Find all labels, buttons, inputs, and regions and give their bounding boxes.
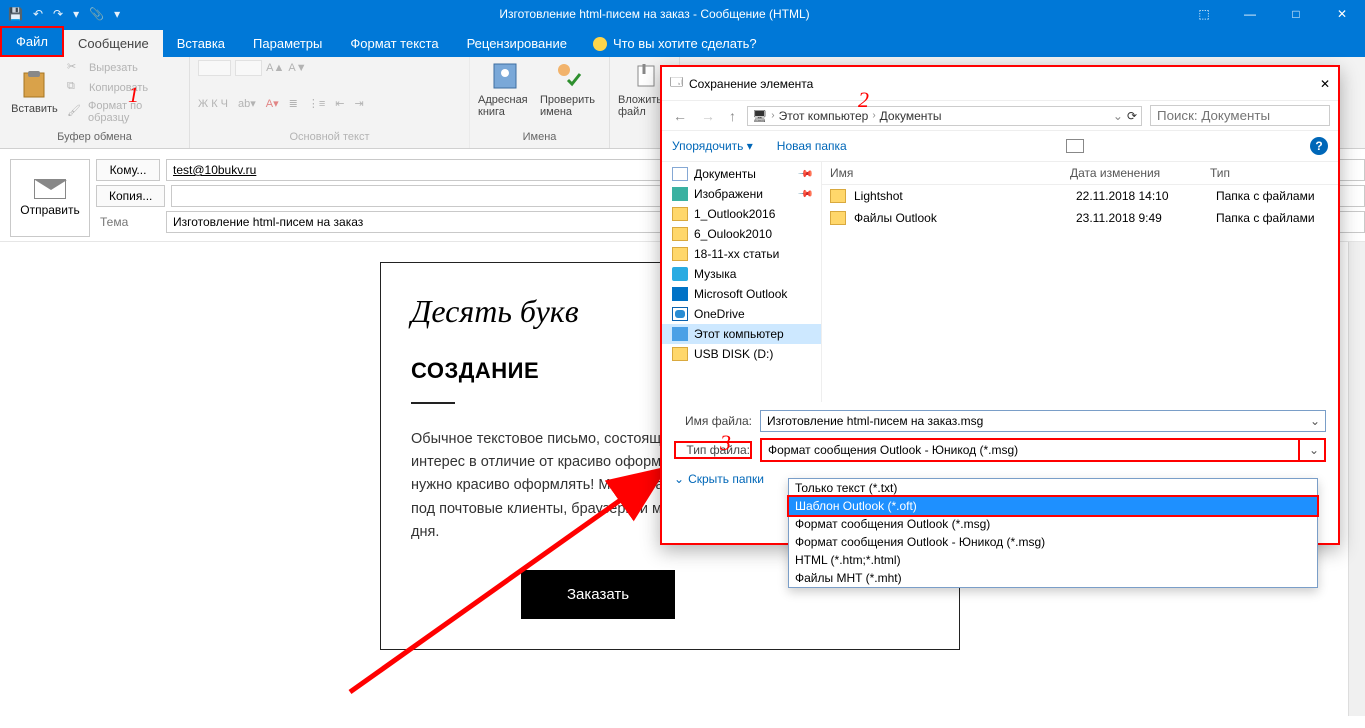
dropdown-icon[interactable]: ▾ bbox=[114, 7, 120, 21]
window-icon: 🗔 bbox=[670, 73, 683, 94]
file-row[interactable]: Lightshot22.11.2018 14:10Папка с файлами bbox=[822, 185, 1338, 207]
divider bbox=[411, 402, 455, 404]
tree-outlook[interactable]: Microsoft Outlook bbox=[662, 284, 821, 304]
ribbon-options-icon[interactable]: ⬚ bbox=[1181, 0, 1227, 28]
minimize-button[interactable]: — bbox=[1227, 0, 1273, 28]
view-options-icon[interactable] bbox=[1066, 139, 1084, 153]
tree-usb[interactable]: USB DISK (D:) bbox=[662, 344, 821, 364]
tree-images[interactable]: Изображени📌 bbox=[662, 184, 821, 204]
tree-documents[interactable]: Документы📌 bbox=[662, 164, 821, 184]
organize-button[interactable]: Упорядочить ▾ bbox=[672, 139, 753, 153]
tab-review[interactable]: Рецензирование bbox=[453, 30, 581, 57]
annotation-marker-3: 3 bbox=[720, 430, 731, 456]
help-icon[interactable]: ? bbox=[1310, 137, 1328, 155]
cc-button[interactable]: Копия... bbox=[96, 185, 165, 207]
cut-button[interactable]: ✂Вырезать bbox=[67, 60, 181, 76]
filename-input[interactable]: Изготовление html-писем на заказ.msg⌄ bbox=[760, 410, 1326, 432]
chevron-down-icon[interactable]: ⌄ bbox=[1306, 442, 1322, 458]
file-row[interactable]: Файлы Outlook23.11.2018 9:49Папка с файл… bbox=[822, 207, 1338, 229]
nav-up-button[interactable]: ↑ bbox=[726, 108, 739, 124]
filetype-option[interactable]: Формат сообщения Outlook (*.msg) bbox=[789, 515, 1317, 533]
dialog-title: Сохранение элемента bbox=[689, 77, 813, 91]
tree-onedrive[interactable]: OneDrive bbox=[662, 304, 821, 324]
indent-left-icon[interactable]: ⇤ bbox=[335, 97, 344, 110]
refresh-icon[interactable]: ⟳ bbox=[1127, 109, 1137, 123]
undo-icon[interactable]: ↶ bbox=[33, 7, 43, 21]
filename-label: Имя файла: bbox=[674, 414, 752, 428]
chevron-down-icon: ⌄ bbox=[674, 472, 684, 486]
font-color-icon[interactable]: A▾ bbox=[266, 97, 279, 110]
nav-back-button[interactable]: ← bbox=[670, 108, 690, 124]
filetype-combo[interactable]: Формат сообщения Outlook - Юникод (*.msg… bbox=[760, 438, 1326, 462]
dropdown-icon[interactable]: ▾ bbox=[73, 7, 79, 21]
tab-file[interactable]: Файл bbox=[0, 26, 64, 57]
order-button[interactable]: Заказать bbox=[521, 570, 675, 619]
dialog-close-button[interactable]: ✕ bbox=[1320, 77, 1330, 91]
to-button[interactable]: Кому... bbox=[96, 159, 160, 181]
format-painter-button[interactable]: 🖌Формат по образцу bbox=[67, 100, 181, 124]
filetype-option[interactable]: Формат сообщения Outlook - Юникод (*.msg… bbox=[789, 533, 1317, 551]
search-input[interactable] bbox=[1150, 105, 1330, 126]
close-button[interactable]: ✕ bbox=[1319, 0, 1365, 28]
filetype-option[interactable]: HTML (*.htm;*.html) bbox=[789, 551, 1317, 569]
copy-button[interactable]: ⧉Копировать bbox=[67, 80, 181, 96]
font-size-combo[interactable] bbox=[235, 60, 262, 76]
hide-folders-link[interactable]: ⌄Скрыть папки bbox=[674, 468, 764, 490]
nav-forward-button[interactable]: → bbox=[698, 108, 718, 124]
tab-options[interactable]: Параметры bbox=[239, 30, 336, 57]
group-names-label: Имена bbox=[478, 131, 601, 145]
breadcrumb[interactable]: 🖥 › Этот компьютер › Документы ⌄ ⟳ bbox=[747, 106, 1142, 126]
file-list-header[interactable]: Имя Дата изменения Тип bbox=[822, 162, 1338, 185]
window-title: Изготовление html-писем на заказ - Сообщ… bbox=[128, 7, 1181, 21]
redo-icon[interactable]: ↷ bbox=[53, 7, 63, 21]
tell-me-label: Что вы хотите сделать? bbox=[613, 36, 757, 51]
save-icon[interactable]: 💾 bbox=[8, 7, 23, 21]
tree-this-pc[interactable]: Этот компьютер bbox=[662, 324, 821, 344]
highlight-icon[interactable]: ab▾ bbox=[238, 97, 256, 110]
title-bar: 💾 ↶ ↷ ▾ 📎 ▾ Изготовление html-писем на з… bbox=[0, 0, 1365, 28]
tree-folder[interactable]: 18-11-xx статьи bbox=[662, 244, 821, 264]
bold-italic-underline[interactable]: Ж К Ч bbox=[198, 98, 228, 110]
new-folder-button[interactable]: Новая папка bbox=[777, 139, 847, 153]
numbering-icon[interactable]: ⋮≡ bbox=[308, 97, 325, 110]
check-names-button[interactable]: Проверить имена bbox=[540, 60, 596, 118]
tab-message[interactable]: Сообщение bbox=[64, 30, 163, 57]
shrink-font-icon[interactable]: A▼ bbox=[288, 62, 306, 74]
group-font-label: Основной текст bbox=[198, 131, 461, 145]
indent-right-icon[interactable]: ⇥ bbox=[355, 97, 364, 110]
bulb-icon bbox=[593, 37, 607, 51]
filetype-label: Тип файла: bbox=[674, 441, 752, 459]
filetype-option[interactable]: Только текст (*.txt) bbox=[789, 479, 1317, 497]
tree-folder[interactable]: 1_Outlook2016 bbox=[662, 204, 821, 224]
annotation-marker-1: 1 bbox=[128, 82, 139, 108]
envelope-icon bbox=[34, 179, 66, 199]
send-button[interactable]: Отправить bbox=[10, 159, 90, 237]
attach-icon[interactable]: 📎 bbox=[89, 7, 104, 21]
group-clipboard-label: Буфер обмена bbox=[8, 131, 181, 145]
filetype-dropdown[interactable]: Только текст (*.txt) Шаблон Outlook (*.o… bbox=[788, 478, 1318, 588]
save-dialog: 🗔 Сохранение элемента ✕ ← → ↑ 🖥 › Этот ко… bbox=[660, 65, 1340, 545]
subject-label: Тема bbox=[96, 215, 160, 229]
quick-access-toolbar: 💾 ↶ ↷ ▾ 📎 ▾ bbox=[0, 7, 128, 21]
annotation-marker-2: 2 bbox=[858, 87, 869, 113]
filetype-option[interactable]: Файлы MHT (*.mht) bbox=[789, 569, 1317, 587]
address-book-button[interactable]: Адресная книга bbox=[478, 60, 534, 118]
nav-tree[interactable]: Документы📌 Изображени📌 1_Outlook2016 6_O… bbox=[662, 162, 822, 402]
grow-font-icon[interactable]: A▲ bbox=[266, 62, 284, 74]
maximize-button[interactable]: □ bbox=[1273, 0, 1319, 28]
pc-icon: 🖥 bbox=[752, 109, 767, 123]
tab-insert[interactable]: Вставка bbox=[163, 30, 239, 57]
paste-button[interactable]: Вставить bbox=[8, 69, 61, 115]
bullets-icon[interactable]: ≣ bbox=[289, 97, 298, 110]
chevron-down-icon[interactable]: ⌄ bbox=[1307, 413, 1323, 429]
tree-music[interactable]: Музыка bbox=[662, 264, 821, 284]
filetype-option-selected[interactable]: Шаблон Outlook (*.oft) bbox=[789, 497, 1317, 515]
tell-me[interactable]: Что вы хотите сделать? bbox=[581, 30, 769, 57]
font-name-combo[interactable] bbox=[198, 60, 231, 76]
tree-folder[interactable]: 6_Oulook2010 bbox=[662, 224, 821, 244]
ribbon-tabs: Файл Сообщение Вставка Параметры Формат … bbox=[0, 28, 1365, 57]
file-list[interactable]: Имя Дата изменения Тип Lightshot22.11.20… bbox=[822, 162, 1338, 402]
scrollbar[interactable] bbox=[1348, 242, 1365, 716]
tab-format[interactable]: Формат текста bbox=[336, 30, 452, 57]
